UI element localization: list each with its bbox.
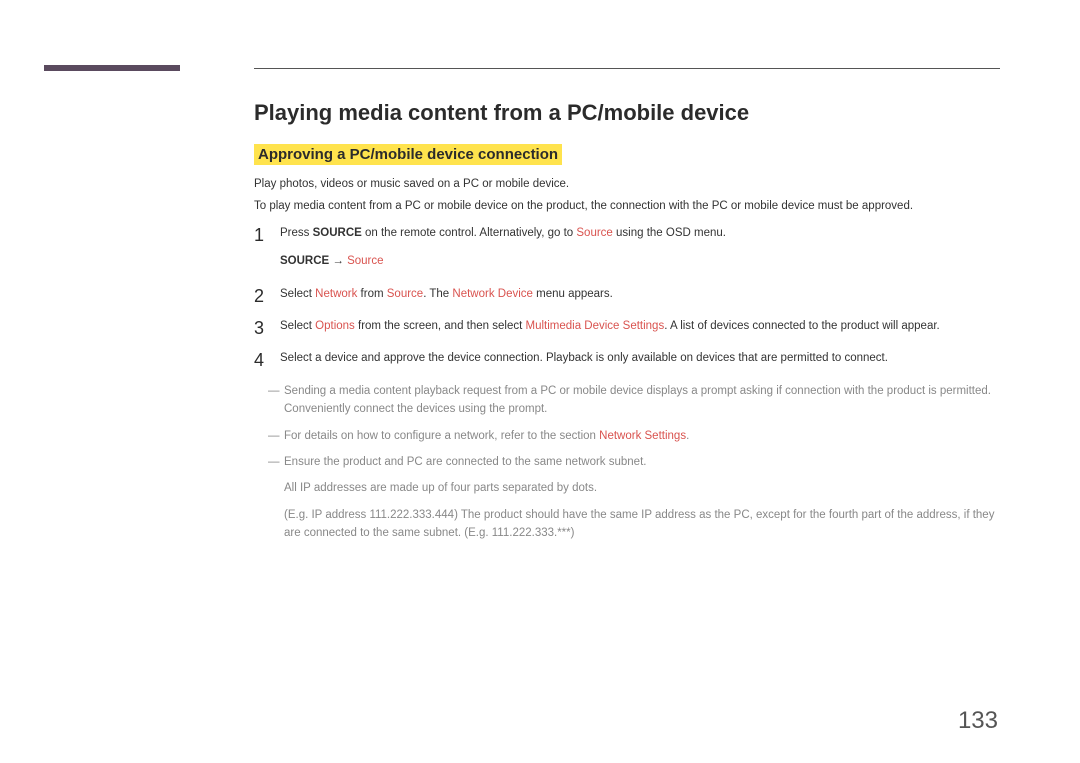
step-1-path-arrow: →: [329, 255, 347, 267]
note-2-text-a: For details on how to configure a networ…: [284, 430, 599, 442]
note-2-text-c: .: [686, 430, 689, 442]
step-1-text-e: using the OSD menu.: [613, 227, 726, 239]
step-2-text-g: menu appears.: [533, 288, 613, 300]
step-1-source-label: SOURCE: [313, 227, 362, 239]
step-2-text-a: Select: [280, 288, 315, 300]
note-3-sub-1: All IP addresses are made up of four par…: [254, 479, 1000, 497]
note-2-network-settings: Network Settings: [599, 430, 686, 442]
section-subheading: Approving a PC/mobile device connection: [254, 144, 562, 165]
step-1-source-link: Source: [576, 227, 612, 239]
step-2: Select Network from Source. The Network …: [254, 285, 1000, 303]
step-2-text-c: from: [357, 288, 386, 300]
step-3-mds: Multimedia Device Settings: [526, 320, 665, 332]
step-3: Select Options from the screen, and then…: [254, 317, 1000, 335]
note-1: Sending a media content playback request…: [254, 382, 1000, 419]
step-3-options: Options: [315, 320, 355, 332]
step-1-text-c: on the remote control. Alternatively, go…: [362, 227, 577, 239]
step-1-path: SOURCE → Source: [280, 252, 1000, 270]
step-1: Press SOURCE on the remote control. Alte…: [254, 224, 1000, 271]
note-3: Ensure the product and PC are connected …: [254, 453, 1000, 471]
step-3-text-c: from the screen, and then select: [355, 320, 526, 332]
step-3-text-a: Select: [280, 320, 315, 332]
page-heading: Playing media content from a PC/mobile d…: [254, 100, 1000, 126]
note-2: For details on how to configure a networ…: [254, 427, 1000, 445]
step-4: Select a device and approve the device c…: [254, 349, 1000, 367]
step-1-path-source: SOURCE: [280, 255, 329, 267]
header-rule: [254, 68, 1000, 69]
step-2-network: Network: [315, 288, 357, 300]
page-content: Playing media content from a PC/mobile d…: [254, 100, 1000, 550]
step-2-source: Source: [387, 288, 423, 300]
note-3-sub-2: (E.g. IP address 111.222.333.444) The pr…: [254, 506, 1000, 543]
chapter-tab-marker: [44, 65, 180, 71]
notes-block: Sending a media content playback request…: [254, 382, 1000, 543]
steps-list: Press SOURCE on the remote control. Alte…: [254, 224, 1000, 368]
step-2-text-e: . The: [423, 288, 452, 300]
intro-line-2: To play media content from a PC or mobil…: [254, 197, 1000, 215]
intro-line-1: Play photos, videos or music saved on a …: [254, 175, 1000, 193]
step-2-network-device: Network Device: [452, 288, 533, 300]
step-1-path-source-link: Source: [347, 255, 383, 267]
step-1-text-a: Press: [280, 227, 313, 239]
step-4-text: Select a device and approve the device c…: [280, 352, 888, 364]
page-number: 133: [958, 707, 998, 735]
step-3-text-e: . A list of devices connected to the pro…: [664, 320, 940, 332]
